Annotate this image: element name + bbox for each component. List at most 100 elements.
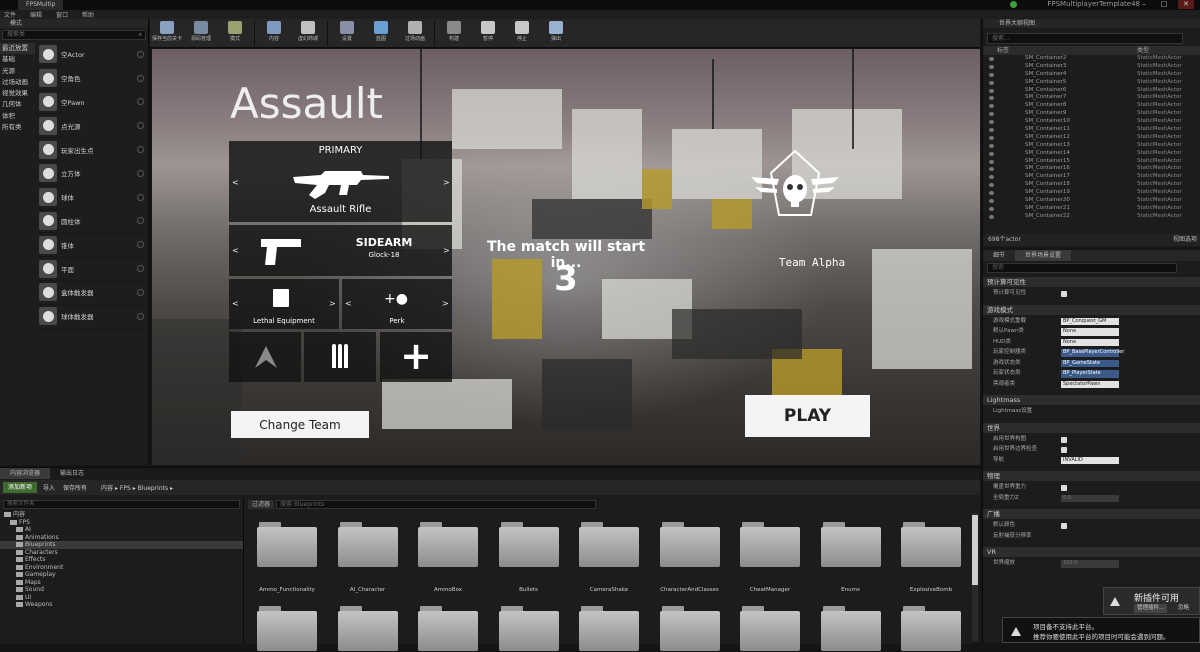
visibility-eye-icon[interactable] bbox=[989, 214, 994, 219]
folder-icon[interactable] bbox=[738, 606, 802, 652]
folder-search-input[interactable]: 搜索文件夹 bbox=[3, 500, 240, 509]
info-icon[interactable] bbox=[137, 146, 144, 154]
details-search-input[interactable]: 搜索 bbox=[987, 263, 1177, 273]
toolbar-button[interactable]: 停止 bbox=[505, 19, 539, 48]
visibility-eye-icon[interactable] bbox=[989, 80, 994, 85]
visibility-eye-icon[interactable] bbox=[989, 143, 994, 148]
visibility-eye-icon[interactable] bbox=[989, 120, 994, 125]
info-icon[interactable] bbox=[137, 217, 144, 225]
mode-item[interactable]: 球体 bbox=[36, 186, 149, 210]
visibility-eye-icon[interactable] bbox=[989, 151, 994, 156]
sidearm-next-button[interactable]: > bbox=[443, 246, 450, 255]
outliner-row[interactable]: SM_Container9 StaticMeshActor bbox=[983, 110, 1200, 118]
info-icon[interactable] bbox=[137, 169, 144, 177]
mode-item[interactable]: 立方体 bbox=[36, 162, 149, 186]
toolbar-button[interactable]: 保存当前关卡 bbox=[150, 19, 184, 48]
outliner-row[interactable]: SM_Container10 StaticMeshActor bbox=[983, 118, 1200, 126]
mode-item[interactable]: 圆柱体 bbox=[36, 210, 149, 234]
folder-tree-item[interactable]: Maps bbox=[0, 579, 243, 587]
scroll-thumb[interactable] bbox=[972, 515, 978, 585]
property-number-field[interactable]: 0.0 bbox=[1061, 494, 1119, 502]
toolbar-button[interactable]: 过场动画 bbox=[398, 19, 432, 48]
folder-tree-item[interactable]: Animations bbox=[0, 534, 243, 542]
folder-tree-item[interactable]: Effects bbox=[0, 556, 243, 564]
visibility-eye-icon[interactable] bbox=[989, 64, 994, 69]
property-checkbox[interactable] bbox=[1061, 485, 1067, 491]
mode-category[interactable]: 视觉效果 bbox=[0, 88, 35, 99]
view-options-button[interactable]: 视图选项 bbox=[1173, 234, 1197, 246]
lethal-equipment-panel[interactable]: Lethal Equipment < > bbox=[229, 279, 339, 329]
sidearm-prev-button[interactable]: < bbox=[232, 246, 239, 255]
asset-search-input[interactable]: 搜索 Blueprints bbox=[276, 500, 597, 509]
details-section-header[interactable]: VR bbox=[983, 547, 1200, 557]
visibility-eye-icon[interactable] bbox=[989, 128, 994, 133]
tab-content-browser[interactable]: 内容浏览器 bbox=[0, 468, 51, 479]
folder-tree-item[interactable]: FPS bbox=[0, 519, 243, 527]
lethal-prev-button[interactable]: < bbox=[232, 299, 239, 308]
perk-panel[interactable]: +● Perk < > bbox=[342, 279, 452, 329]
menu-window[interactable]: 窗口 bbox=[56, 10, 68, 19]
play-button[interactable]: PLAY bbox=[745, 395, 870, 437]
menu-edit[interactable]: 编辑 bbox=[30, 10, 42, 19]
modes-search-input[interactable]: 搜索类 ⌕ bbox=[2, 30, 146, 40]
asset-scrollbar[interactable] bbox=[972, 513, 978, 641]
dismiss-button[interactable]: 忽略 bbox=[1178, 604, 1189, 613]
folder-tree-item[interactable]: Characters bbox=[0, 549, 243, 557]
tab-world-settings[interactable]: 世界场景设置 bbox=[1015, 250, 1072, 261]
outliner-row[interactable]: SM_Container13 StaticMeshActor bbox=[983, 142, 1200, 150]
menu-help[interactable]: 帮助 bbox=[82, 10, 94, 19]
mode-category[interactable]: 体积 bbox=[0, 111, 35, 122]
col-label[interactable]: 标签 bbox=[997, 46, 1009, 55]
outliner-search-input[interactable]: 搜索... bbox=[987, 33, 1183, 44]
outliner-row[interactable]: SM_Container4 StaticMeshActor bbox=[983, 71, 1200, 79]
toolbar-button[interactable]: 构建 bbox=[437, 19, 471, 48]
folder-tree-item[interactable]: 内容 bbox=[0, 511, 243, 519]
visibility-eye-icon[interactable] bbox=[989, 135, 994, 140]
crumb-content[interactable]: 内容 bbox=[101, 485, 113, 492]
health-slot[interactable]: + bbox=[380, 332, 452, 382]
folder-icon[interactable] bbox=[416, 606, 480, 652]
toolbar-button[interactable]: 蓝图 bbox=[364, 19, 398, 48]
info-icon[interactable] bbox=[137, 241, 144, 249]
add-new-button[interactable]: 添加新项 bbox=[3, 482, 38, 493]
info-icon[interactable] bbox=[137, 98, 144, 106]
toolbar-button[interactable]: 弹出 bbox=[539, 19, 573, 48]
folder-icon[interactable] bbox=[899, 606, 963, 652]
folder-tree-item[interactable]: Gameplay bbox=[0, 571, 243, 579]
outliner-row[interactable]: SM_Container12 StaticMeshActor bbox=[983, 134, 1200, 142]
visibility-eye-icon[interactable] bbox=[989, 183, 994, 188]
maximize-icon[interactable]: □ bbox=[1156, 0, 1172, 9]
details-section-header[interactable]: 预计算可见性 bbox=[983, 277, 1200, 287]
folder-tree-item[interactable]: Blueprints bbox=[0, 541, 243, 549]
save-all-button[interactable]: 保存所有 bbox=[63, 483, 87, 492]
details-section-header[interactable]: Lightmass bbox=[983, 395, 1200, 405]
property-dropdown[interactable]: None bbox=[1061, 328, 1119, 336]
mode-category[interactable]: 过场动画 bbox=[0, 77, 35, 88]
manage-plugins-button[interactable]: 管理插件... bbox=[1134, 604, 1168, 613]
crumb-blueprints[interactable]: Blueprints bbox=[138, 485, 169, 492]
mode-item[interactable]: 空Actor bbox=[36, 43, 149, 67]
info-icon[interactable] bbox=[137, 265, 144, 273]
details-section-header[interactable]: 世界 bbox=[983, 422, 1200, 433]
folder-icon[interactable] bbox=[255, 606, 319, 652]
outliner-row[interactable]: SM_Container19 StaticMeshActor bbox=[983, 189, 1200, 197]
property-dropdown[interactable]: BP_PlayerState bbox=[1061, 370, 1119, 378]
crumb-fps[interactable]: FPS bbox=[120, 485, 131, 492]
sidearm-panel[interactable]: SIDEARM Glock-18 < > bbox=[229, 225, 452, 276]
filters-button[interactable]: 过滤器 bbox=[248, 500, 275, 509]
folder-icon[interactable] bbox=[819, 606, 883, 652]
toolbar-button[interactable]: 设置 bbox=[330, 19, 364, 48]
folder-icon[interactable] bbox=[255, 522, 319, 568]
info-icon[interactable] bbox=[137, 74, 144, 82]
menu-file[interactable]: 文件 bbox=[4, 10, 16, 19]
primary-next-button[interactable]: > bbox=[443, 178, 450, 187]
primary-prev-button[interactable]: < bbox=[232, 178, 239, 187]
outliner-row[interactable]: SM_Container15 StaticMeshActor bbox=[983, 158, 1200, 166]
ammo-slot[interactable] bbox=[304, 332, 376, 382]
property-dropdown[interactable]: INVALID bbox=[1061, 456, 1119, 464]
property-checkbox[interactable] bbox=[1061, 523, 1067, 529]
folder-icon[interactable] bbox=[336, 606, 400, 652]
tab-details[interactable]: 细节 bbox=[983, 250, 1015, 261]
close-icon[interactable]: ✕ bbox=[1178, 0, 1194, 9]
folder-tree-item[interactable]: Weapons bbox=[0, 601, 243, 609]
